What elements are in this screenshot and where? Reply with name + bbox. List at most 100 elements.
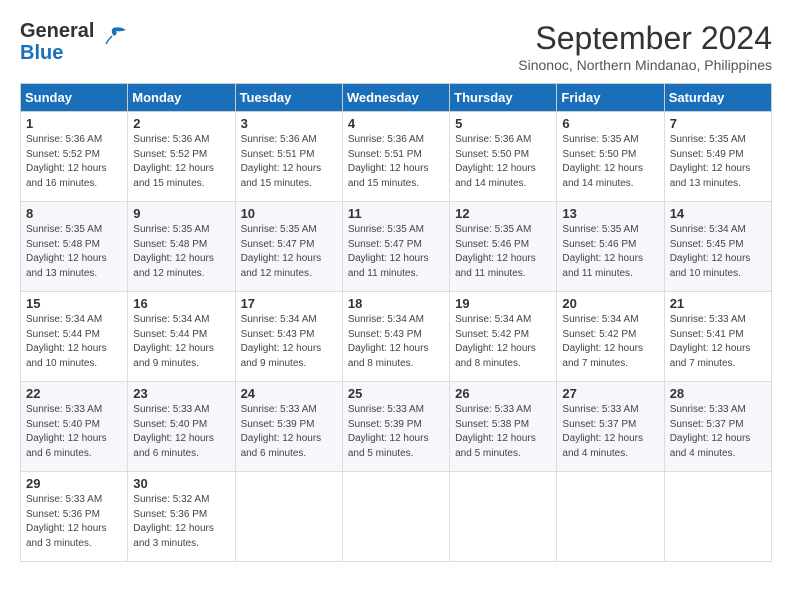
calendar-week-5: 29 Sunrise: 5:33 AM Sunset: 5:36 PM Dayli… (21, 472, 772, 562)
day-number: 1 (26, 116, 122, 131)
day-detail: Sunrise: 5:35 AM Sunset: 5:50 PM Dayligh… (562, 133, 658, 191)
table-row: 29 Sunrise: 5:33 AM Sunset: 5:36 PM Dayli… (21, 472, 128, 562)
table-row: 19Sunrise: 5:34 AM Sunset: 5:42 PM Dayli… (450, 292, 557, 382)
table-row: 28 Sunrise: 5:33 AM Sunset: 5:37 PM Dayli… (664, 382, 771, 472)
day-number: 6 (562, 116, 658, 131)
table-row: 22Sunrise: 5:33 AM Sunset: 5:40 PM Dayli… (21, 382, 128, 472)
day-detail: Sunrise: 5:35 AM Sunset: 5:48 PM Dayligh… (26, 223, 122, 281)
day-detail: Sunrise: 5:34 AM Sunset: 5:43 PM Dayligh… (348, 313, 444, 371)
day-number: 24 (241, 386, 337, 401)
logo: General Blue (20, 20, 128, 64)
day-detail: Sunrise: 5:33 AM Sunset: 5:37 PM Dayligh… (562, 403, 658, 461)
day-number: 10 (241, 206, 337, 221)
table-row: 25 Sunrise: 5:33 AM Sunset: 5:39 PM Dayli… (342, 382, 449, 472)
table-row: 23Sunrise: 5:33 AM Sunset: 5:40 PM Dayli… (128, 382, 235, 472)
table-row: 5 Sunrise: 5:36 AM Sunset: 5:50 PM Daylig… (450, 112, 557, 202)
day-detail: Sunrise: 5:35 AM Sunset: 5:49 PM Dayligh… (670, 133, 766, 191)
title-block: September 2024 Sinonoc, Northern Mindana… (518, 20, 772, 73)
table-row: 24 Sunrise: 5:33 AM Sunset: 5:39 PM Dayli… (235, 382, 342, 472)
day-number: 7 (670, 116, 766, 131)
calendar-week-4: 22Sunrise: 5:33 AM Sunset: 5:40 PM Dayli… (21, 382, 772, 472)
table-row: 20 Sunrise: 5:34 AM Sunset: 5:42 PM Dayli… (557, 292, 664, 382)
col-monday: Monday (128, 84, 235, 112)
day-detail: Sunrise: 5:36 AM Sunset: 5:51 PM Dayligh… (348, 133, 444, 191)
day-detail: Sunrise: 5:35 AM Sunset: 5:47 PM Dayligh… (348, 223, 444, 281)
table-row: 15 Sunrise: 5:34 AM Sunset: 5:44 PM Dayli… (21, 292, 128, 382)
day-number: 14 (670, 206, 766, 221)
table-row (450, 472, 557, 562)
day-number: 20 (562, 296, 658, 311)
day-detail: Sunrise: 5:34 AM Sunset: 5:43 PM Dayligh… (241, 313, 337, 371)
day-detail: Sunrise: 5:36 AM Sunset: 5:52 PM Dayligh… (133, 133, 229, 191)
day-number: 11 (348, 206, 444, 221)
month-year-title: September 2024 (518, 20, 772, 57)
table-row: 18 Sunrise: 5:34 AM Sunset: 5:43 PM Dayli… (342, 292, 449, 382)
day-number: 5 (455, 116, 551, 131)
day-number: 26 (455, 386, 551, 401)
table-row (664, 472, 771, 562)
table-row: 26 Sunrise: 5:33 AM Sunset: 5:38 PM Dayli… (450, 382, 557, 472)
day-detail: Sunrise: 5:36 AM Sunset: 5:52 PM Dayligh… (26, 133, 122, 191)
col-sunday: Sunday (21, 84, 128, 112)
calendar-table: Sunday Monday Tuesday Wednesday Thursday… (20, 83, 772, 562)
table-row: 3Sunrise: 5:36 AM Sunset: 5:51 PM Daylig… (235, 112, 342, 202)
day-number: 9 (133, 206, 229, 221)
table-row (235, 472, 342, 562)
calendar-week-1: 1 Sunrise: 5:36 AM Sunset: 5:52 PM Daylig… (21, 112, 772, 202)
table-row: 12Sunrise: 5:35 AM Sunset: 5:46 PM Dayli… (450, 202, 557, 292)
table-row: 8 Sunrise: 5:35 AM Sunset: 5:48 PM Daylig… (21, 202, 128, 292)
day-number: 18 (348, 296, 444, 311)
table-row: 11 Sunrise: 5:35 AM Sunset: 5:47 PM Dayli… (342, 202, 449, 292)
day-number: 16 (133, 296, 229, 311)
day-number: 4 (348, 116, 444, 131)
day-detail: Sunrise: 5:33 AM Sunset: 5:38 PM Dayligh… (455, 403, 551, 461)
day-number: 3 (241, 116, 337, 131)
day-detail: Sunrise: 5:33 AM Sunset: 5:39 PM Dayligh… (241, 403, 337, 461)
day-number: 15 (26, 296, 122, 311)
table-row (342, 472, 449, 562)
day-number: 30 (133, 476, 229, 491)
day-number: 27 (562, 386, 658, 401)
table-row: 16 Sunrise: 5:34 AM Sunset: 5:44 PM Dayli… (128, 292, 235, 382)
day-number: 19 (455, 296, 551, 311)
table-row (557, 472, 664, 562)
day-number: 22 (26, 386, 122, 401)
table-row: 6 Sunrise: 5:35 AM Sunset: 5:50 PM Daylig… (557, 112, 664, 202)
page-header: General Blue September 2024 Sinonoc, Nor… (20, 20, 772, 73)
col-saturday: Saturday (664, 84, 771, 112)
table-row: 10 Sunrise: 5:35 AM Sunset: 5:47 PM Dayli… (235, 202, 342, 292)
day-detail: Sunrise: 5:35 AM Sunset: 5:48 PM Dayligh… (133, 223, 229, 281)
day-detail: Sunrise: 5:36 AM Sunset: 5:50 PM Dayligh… (455, 133, 551, 191)
day-number: 23 (133, 386, 229, 401)
logo-blue: Blue (20, 42, 63, 64)
calendar-header-row: Sunday Monday Tuesday Wednesday Thursday… (21, 84, 772, 112)
table-row: 9 Sunrise: 5:35 AM Sunset: 5:48 PM Daylig… (128, 202, 235, 292)
day-number: 28 (670, 386, 766, 401)
day-detail: Sunrise: 5:35 AM Sunset: 5:46 PM Dayligh… (562, 223, 658, 281)
calendar-week-2: 8 Sunrise: 5:35 AM Sunset: 5:48 PM Daylig… (21, 202, 772, 292)
table-row: 30 Sunrise: 5:32 AM Sunset: 5:36 PM Dayli… (128, 472, 235, 562)
day-detail: Sunrise: 5:33 AM Sunset: 5:36 PM Dayligh… (26, 493, 122, 551)
table-row: 21Sunrise: 5:33 AM Sunset: 5:41 PM Dayli… (664, 292, 771, 382)
day-detail: Sunrise: 5:34 AM Sunset: 5:42 PM Dayligh… (562, 313, 658, 371)
day-detail: Sunrise: 5:32 AM Sunset: 5:36 PM Dayligh… (133, 493, 229, 551)
day-number: 17 (241, 296, 337, 311)
day-number: 25 (348, 386, 444, 401)
day-number: 8 (26, 206, 122, 221)
day-number: 2 (133, 116, 229, 131)
table-row: 27 Sunrise: 5:33 AM Sunset: 5:37 PM Dayli… (557, 382, 664, 472)
day-detail: Sunrise: 5:34 AM Sunset: 5:44 PM Dayligh… (26, 313, 122, 371)
day-detail: Sunrise: 5:35 AM Sunset: 5:47 PM Dayligh… (241, 223, 337, 281)
day-number: 21 (670, 296, 766, 311)
day-number: 13 (562, 206, 658, 221)
table-row: 2 Sunrise: 5:36 AM Sunset: 5:52 PM Daylig… (128, 112, 235, 202)
day-detail: Sunrise: 5:34 AM Sunset: 5:44 PM Dayligh… (133, 313, 229, 371)
logo-bird-icon (98, 26, 128, 48)
day-detail: Sunrise: 5:35 AM Sunset: 5:46 PM Dayligh… (455, 223, 551, 281)
day-number: 29 (26, 476, 122, 491)
day-detail: Sunrise: 5:33 AM Sunset: 5:39 PM Dayligh… (348, 403, 444, 461)
col-wednesday: Wednesday (342, 84, 449, 112)
table-row: 1 Sunrise: 5:36 AM Sunset: 5:52 PM Daylig… (21, 112, 128, 202)
day-detail: Sunrise: 5:33 AM Sunset: 5:37 PM Dayligh… (670, 403, 766, 461)
col-tuesday: Tuesday (235, 84, 342, 112)
